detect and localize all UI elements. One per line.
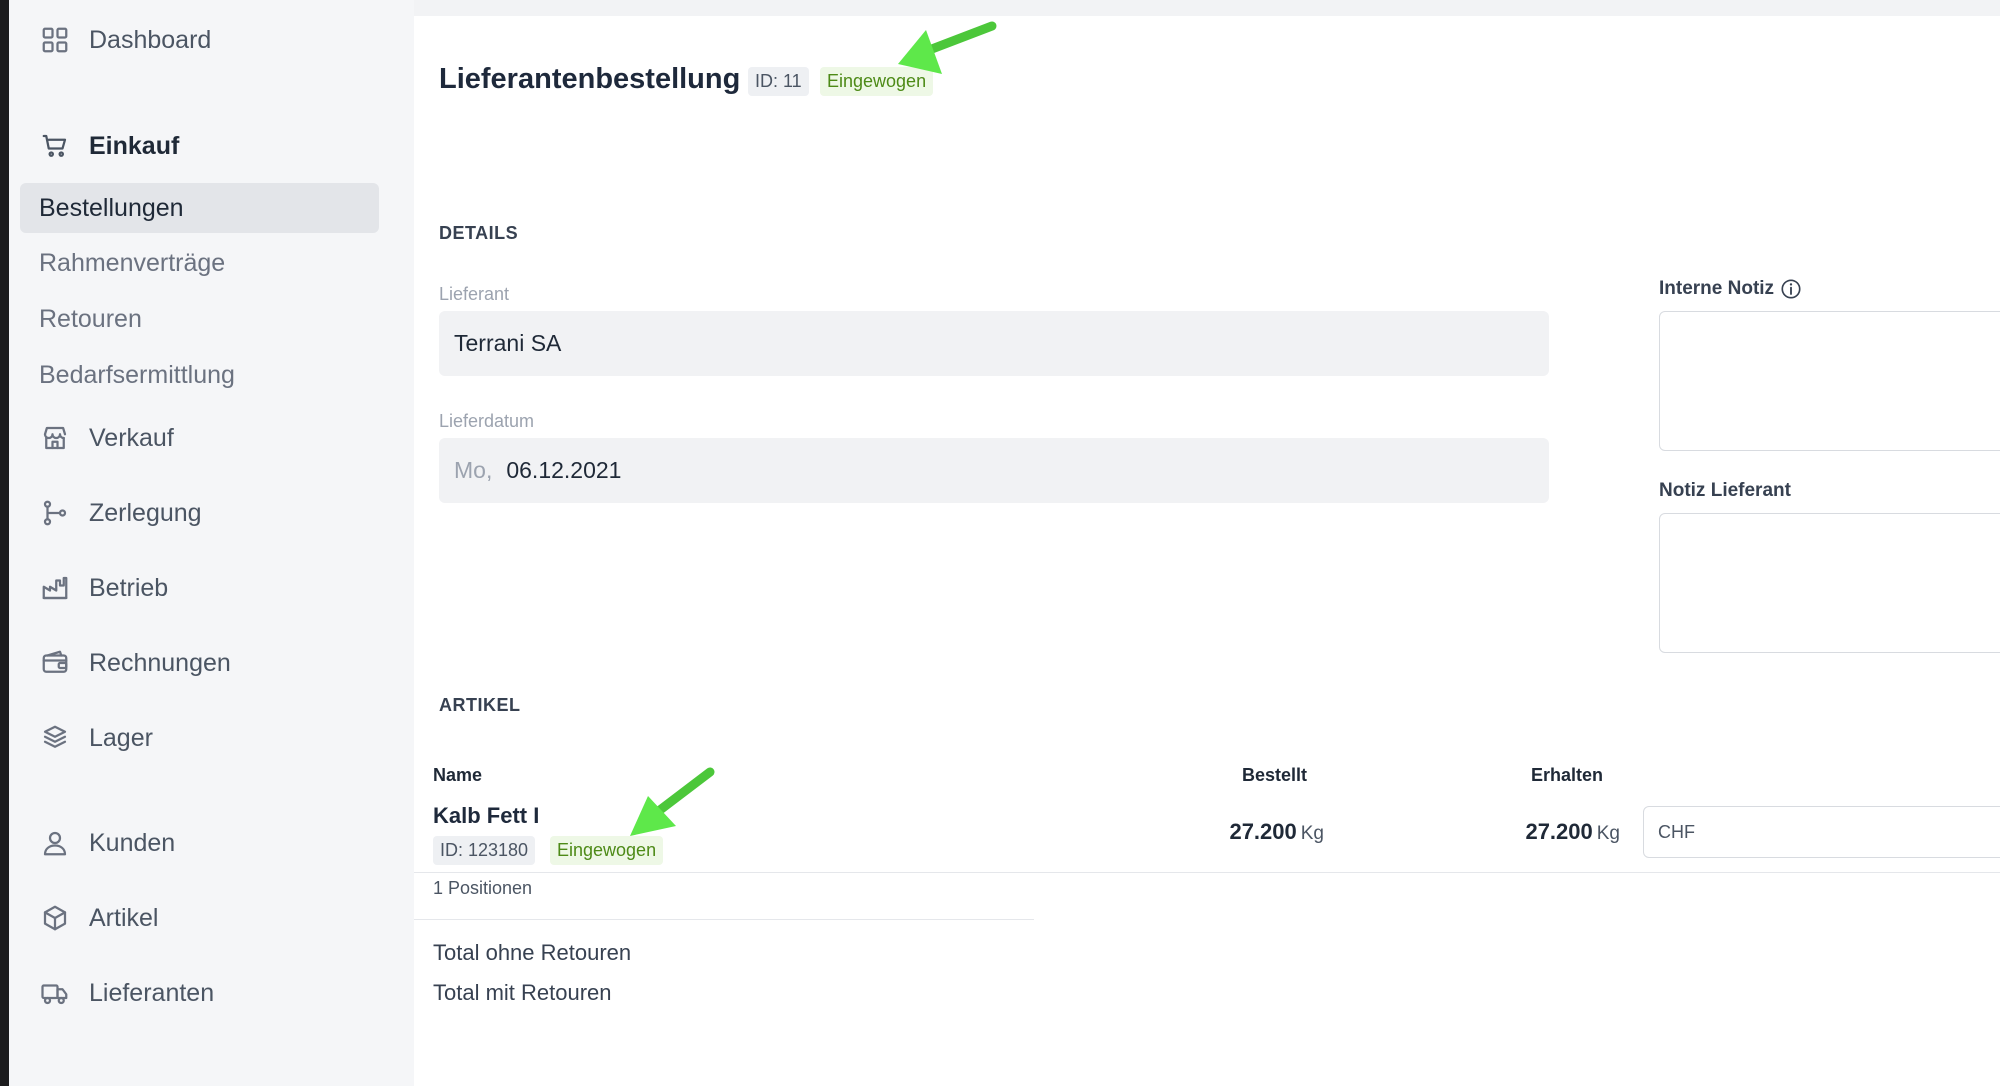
supplier-note-label-text: Notiz Lieferant xyxy=(1659,480,1791,501)
total-without-returns-label: Total ohne Retouren xyxy=(433,940,632,965)
annotation-arrow-icon xyxy=(898,21,997,74)
internal-note-label-text: Interne Notiz xyxy=(1659,278,1775,299)
sidebar-item-retouren[interactable]: Retouren xyxy=(39,305,142,334)
ordered-quantity: 27.200 Kg xyxy=(1229,819,1324,845)
box-icon xyxy=(39,902,71,934)
window-edge xyxy=(0,0,9,1086)
column-header-name: Name xyxy=(433,765,483,785)
sidebar: Dashboard Einkauf Bestellungen Rahmenver… xyxy=(9,0,414,1086)
received-quantity-value: 27.200 xyxy=(1525,819,1593,844)
sidebar-item-bestellungen[interactable]: Bestellungen xyxy=(20,183,379,233)
received-quantity: 27.200 Kg xyxy=(1525,819,1620,845)
grid-icon xyxy=(39,24,71,56)
price-currency: CHF xyxy=(1658,821,1695,842)
ordered-quantity-unit: Kg xyxy=(1300,823,1324,844)
wallet-icon xyxy=(39,647,71,679)
received-quantity-unit: Kg xyxy=(1596,823,1620,844)
branch-icon xyxy=(39,497,71,529)
delivery-date-label: Lieferdatum xyxy=(439,411,535,431)
sidebar-section-einkauf[interactable]: Einkauf xyxy=(39,130,179,162)
details-section-label: DETAILS xyxy=(439,223,519,243)
sidebar-item-dashboard[interactable]: Dashboard xyxy=(39,24,211,56)
total-with-returns-label: Total mit Retouren xyxy=(433,980,612,1005)
ordered-quantity-value: 27.200 xyxy=(1229,819,1297,844)
column-header-received: Erhalten xyxy=(1531,765,1604,785)
factory-icon xyxy=(39,572,71,604)
articles-section-label: ARTIKEL xyxy=(439,695,521,715)
sidebar-item-zerlegung[interactable]: Zerlegung xyxy=(39,497,202,529)
internal-note-label: Interne Notiz xyxy=(1659,278,1802,300)
sidebar-item-rechnungen[interactable]: Rechnungen xyxy=(39,647,231,679)
supplier-note-label: Notiz Lieferant xyxy=(1659,480,1791,502)
article-name[interactable]: Kalb Fett I xyxy=(433,803,539,829)
sidebar-item-label: Artikel xyxy=(89,903,159,932)
order-id-badge: ID: 11 xyxy=(748,67,809,96)
sidebar-item-label: Rechnungen xyxy=(89,648,231,677)
user-icon xyxy=(39,827,71,859)
sidebar-item-label: Betrieb xyxy=(89,573,169,602)
sidebar-item-verkauf[interactable]: Verkauf xyxy=(39,422,174,454)
page-title: Lieferantenbestellung xyxy=(439,63,741,95)
layers-icon xyxy=(39,722,71,754)
annotation-arrow-icon xyxy=(630,767,715,836)
truck-icon xyxy=(39,977,71,1009)
article-id-badge: ID: 123180 xyxy=(433,836,536,865)
supplier-value: Terrani SA xyxy=(454,330,562,356)
row-divider xyxy=(414,872,2000,873)
price-input[interactable]: CHF xyxy=(1643,806,2000,858)
store-icon xyxy=(39,422,71,454)
delivery-date-weekday: Mo, xyxy=(454,457,493,483)
sidebar-item-lager[interactable]: Lager xyxy=(39,722,153,754)
sidebar-item-kunden[interactable]: Kunden xyxy=(39,827,175,859)
column-header-ordered: Bestellt xyxy=(1242,765,1308,785)
main-content: Lieferantenbestellung ID: 11 Eingewogen … xyxy=(414,16,2000,1086)
sidebar-item-label: Dashboard xyxy=(89,25,212,54)
sidebar-item-label: Verkauf xyxy=(89,423,174,452)
top-bar xyxy=(414,0,2000,16)
sidebar-item-bedarfsermittlung[interactable]: Bedarfsermittlung xyxy=(39,361,235,390)
summary-divider xyxy=(414,919,1034,920)
delivery-date-field[interactable]: Mo, 06.12.2021 xyxy=(439,438,1549,503)
delivery-date-value: 06.12.2021 xyxy=(506,457,622,483)
supplier-label: Lieferant xyxy=(439,284,510,304)
sidebar-item-label: Lieferanten xyxy=(89,978,215,1007)
internal-note-textarea[interactable] xyxy=(1659,311,2000,451)
sidebar-item-lieferanten[interactable]: Lieferanten xyxy=(39,977,214,1009)
positions-count: 1 Positionen xyxy=(433,878,533,898)
sidebar-item-artikel[interactable]: Artikel xyxy=(39,902,158,934)
sidebar-item-label: Zerlegung xyxy=(89,498,202,527)
supplier-note-textarea[interactable] xyxy=(1659,513,2000,653)
cart-icon xyxy=(39,130,71,162)
supplier-field[interactable]: Terrani SA xyxy=(439,311,1549,376)
info-icon[interactable] xyxy=(1780,278,1802,300)
sidebar-section-label: Einkauf xyxy=(89,131,180,160)
sidebar-item-label: Kunden xyxy=(89,828,176,857)
sidebar-item-betrieb[interactable]: Betrieb xyxy=(39,572,168,604)
sidebar-item-label: Lager xyxy=(89,723,153,752)
sidebar-item-rahmenvertraege[interactable]: Rahmenverträge xyxy=(39,249,225,278)
